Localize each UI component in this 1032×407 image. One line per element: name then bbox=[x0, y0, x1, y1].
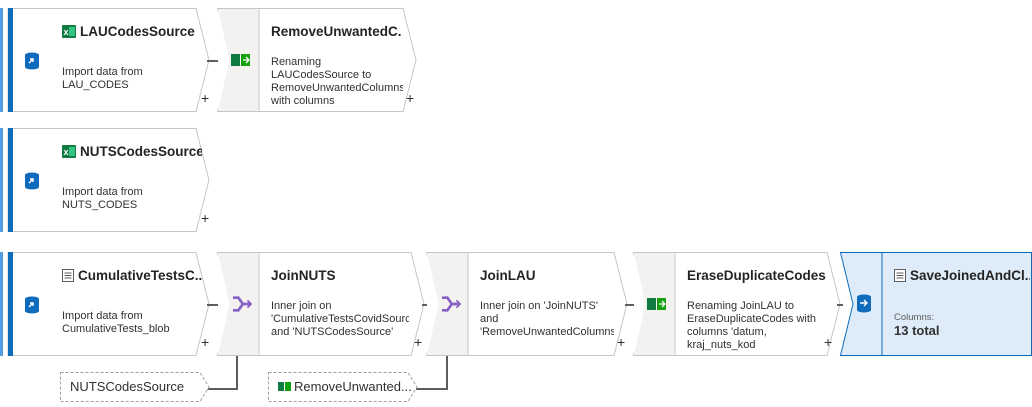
csv-file-icon bbox=[894, 269, 906, 282]
source-node-cumulative-tests[interactable]: CumulativeTestsC... Import data from Cum… bbox=[0, 252, 210, 356]
reference-label: NUTSCodesSource bbox=[70, 379, 185, 394]
step-node-remove-unwanted[interactable]: RemoveUnwantedC... Renaming LAUCodesSour… bbox=[216, 8, 417, 112]
source-dataset-icon bbox=[25, 172, 39, 190]
step-description: Inner join on 'JoinNUTS' and 'RemoveUnwa… bbox=[480, 300, 614, 338]
svg-text:x: x bbox=[64, 147, 69, 157]
source-description: Import data from NUTS_CODES bbox=[62, 186, 143, 211]
source-title: CumulativeTestsC... bbox=[78, 268, 202, 283]
add-step-button[interactable]: + bbox=[617, 334, 625, 350]
select-columns-icon bbox=[278, 382, 291, 391]
source-node-nuts-codes[interactable]: x NUTSCodesSource Import data from NUTS_C… bbox=[0, 128, 210, 232]
step-description: Renaming LAUCodesSource to RemoveUnwante… bbox=[271, 56, 403, 107]
reference-label: RemoveUnwanted... bbox=[294, 379, 412, 394]
reference-node-nuts-codes[interactable]: NUTSCodesSource bbox=[60, 372, 210, 402]
select-columns-icon bbox=[647, 298, 666, 310]
sink-columns-label: Columns: bbox=[894, 312, 935, 323]
step-description: Renaming JoinLAU to EraseDuplicateCodes … bbox=[687, 300, 817, 351]
source-dataset-icon bbox=[25, 296, 39, 314]
join-icon bbox=[442, 296, 462, 312]
add-step-button[interactable]: + bbox=[414, 334, 422, 350]
step-node-erase-duplicate-codes[interactable]: EraseDuplicateCodes Renaming JoinLAU to … bbox=[632, 252, 841, 356]
select-columns-icon bbox=[231, 54, 250, 66]
flow-lau-codes: x LAUCodesSource Import data from LAU_COD… bbox=[0, 8, 1032, 112]
source-description: Import data from CumulativeTests_blob bbox=[62, 310, 170, 335]
add-step-button[interactable]: + bbox=[201, 334, 209, 350]
step-title: RemoveUnwantedC... bbox=[271, 24, 401, 39]
source-description: Import data from LAU_CODES bbox=[62, 66, 143, 91]
add-step-button[interactable]: + bbox=[406, 90, 414, 106]
excel-icon: x bbox=[62, 145, 76, 158]
source-title: NUTSCodesSource bbox=[80, 144, 202, 159]
csv-file-icon bbox=[62, 269, 74, 282]
flow-nuts-codes: x NUTSCodesSource Import data from NUTS_C… bbox=[0, 128, 1032, 232]
step-title: JoinLAU bbox=[480, 268, 536, 283]
source-accent-bar bbox=[8, 128, 13, 232]
flow-cumulative-tests: CumulativeTestsC... Import data from Cum… bbox=[0, 252, 1032, 356]
source-title: LAUCodesSource bbox=[80, 24, 195, 39]
step-title: JoinNUTS bbox=[271, 268, 336, 283]
source-accent-bar bbox=[8, 252, 13, 356]
sink-node-save-joined[interactable]: SaveJoinedAndCl... Columns: 13 total bbox=[839, 252, 1032, 356]
step-node-join-lau[interactable]: JoinLAU Inner join on 'JoinNUTS' and 'Re… bbox=[425, 252, 628, 356]
sink-title: SaveJoinedAndCl... bbox=[910, 268, 1030, 283]
sink-columns-value: 13 total bbox=[894, 323, 940, 338]
add-step-button[interactable]: + bbox=[201, 210, 209, 226]
source-node-lau-codes[interactable]: x LAUCodesSource Import data from LAU_COD… bbox=[0, 8, 210, 112]
step-title: EraseDuplicateCodes bbox=[687, 268, 826, 283]
source-accent-bar bbox=[8, 8, 13, 112]
step-node-join-nuts[interactable]: JoinNUTS Inner join on 'CumulativeTestsC… bbox=[216, 252, 425, 356]
add-step-button[interactable]: + bbox=[824, 334, 832, 350]
source-dataset-icon bbox=[25, 52, 39, 70]
svg-text:x: x bbox=[64, 27, 69, 37]
step-description: Inner join on 'CumulativeTestsCovidSourc… bbox=[271, 300, 409, 338]
join-icon bbox=[233, 296, 253, 312]
reference-node-remove-unwanted[interactable]: RemoveUnwanted... bbox=[268, 372, 418, 402]
add-step-button[interactable]: + bbox=[201, 90, 209, 106]
dataset-sink-icon bbox=[857, 294, 871, 313]
excel-icon: x bbox=[62, 25, 76, 38]
